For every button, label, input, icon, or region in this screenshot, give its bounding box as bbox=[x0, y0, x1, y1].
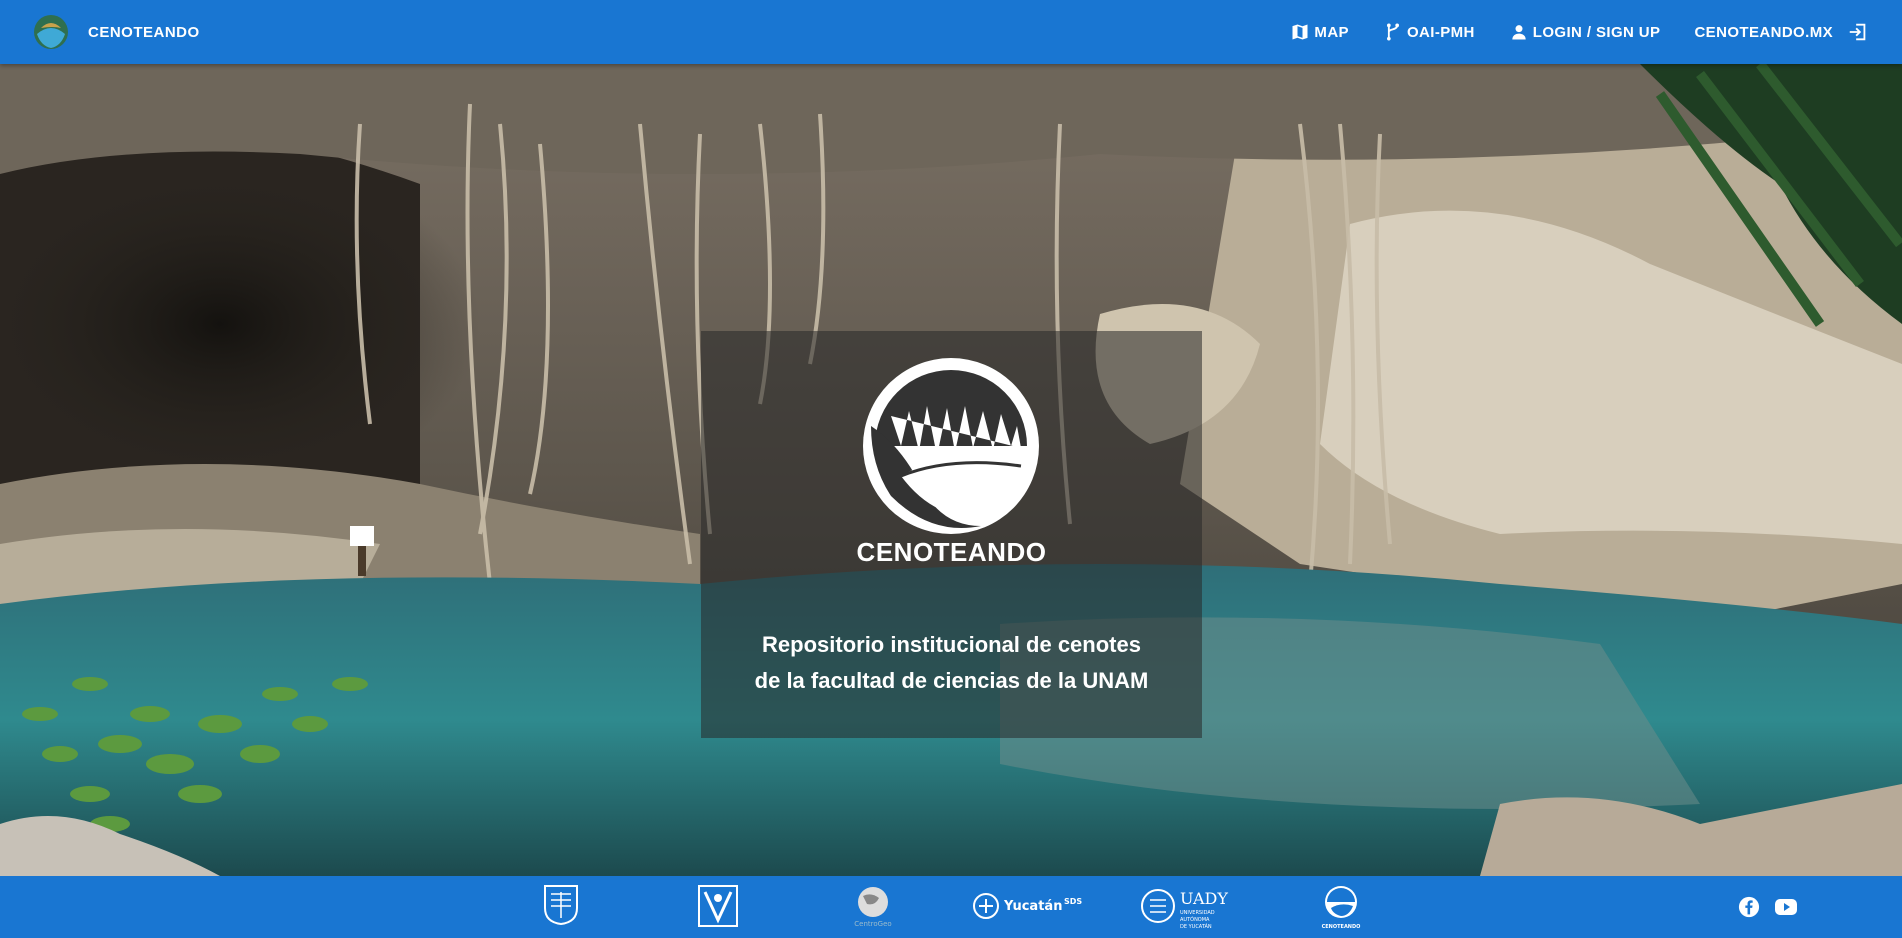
branch-icon bbox=[1386, 23, 1399, 41]
user-icon bbox=[1512, 25, 1526, 40]
oai-pmh-link[interactable]: OAI-PMH bbox=[1383, 22, 1475, 42]
map-link[interactable]: MAP bbox=[1290, 22, 1349, 42]
login-signup-link[interactable]: LOGIN / SIGN UP bbox=[1509, 22, 1661, 42]
svg-text:Yucatán: Yucatán bbox=[1003, 899, 1062, 914]
uady-logo[interactable]: UADY UNIVERSIDAD AUTÓNOMA DE YUCATÁN bbox=[1140, 882, 1230, 935]
cenoteando-site-link[interactable]: CENOTEANDO.MX bbox=[1694, 21, 1869, 43]
brand-home-link[interactable]: CENOTEANDO bbox=[33, 14, 200, 50]
brand-name: CENOTEANDO bbox=[88, 23, 200, 41]
svg-text:AUTÓNOMA: AUTÓNOMA bbox=[1180, 916, 1210, 923]
hero-title-panel: CENOTEANDO Repositorio institucional de … bbox=[701, 331, 1202, 738]
map-link-label: MAP bbox=[1314, 23, 1349, 41]
login-signup-link-label: LOGIN / SIGN UP bbox=[1532, 23, 1661, 41]
oai-pmh-link-label: OAI-PMH bbox=[1406, 23, 1475, 41]
svg-text:DE YUCATÁN: DE YUCATÁN bbox=[1180, 923, 1212, 930]
uady-emblem-icon: UADY UNIVERSIDAD AUTÓNOMA DE YUCATÁN bbox=[1141, 889, 1228, 930]
hero-tagline-line2: de la facultad de ciencias de la UNAM bbox=[754, 668, 1149, 693]
svg-text:UNIVERSIDAD: UNIVERSIDAD bbox=[1180, 910, 1215, 916]
map-icon bbox=[1292, 24, 1308, 40]
hero-tagline: Repositorio institucional de cenotes de … bbox=[701, 627, 1202, 699]
top-navbar: CENOTEANDO MAP OAI-PMH LOGIN / SIGN UP C… bbox=[0, 0, 1902, 64]
hero-tagline-line1: Repositorio institucional de cenotes bbox=[762, 632, 1141, 657]
cenoteando-emblem-icon bbox=[863, 358, 1039, 534]
hero-section: CENOTEANDO Repositorio institucional de … bbox=[0, 64, 1902, 876]
hero-logo-wordmark: CENOTEANDO bbox=[856, 537, 1047, 567]
centrogeo-logo[interactable]: CentroGeo bbox=[851, 884, 895, 933]
svg-text:CentroGeo: CentroGeo bbox=[854, 920, 891, 928]
facultad-ciencias-shield-icon bbox=[698, 885, 738, 927]
facebook-link[interactable] bbox=[1738, 896, 1760, 923]
yucatan-emblem-icon: Yucatán SDS bbox=[973, 893, 1082, 919]
yucatan-sds-logo[interactable]: Yucatán SDS bbox=[972, 892, 1086, 925]
cenoteando-footer-logo[interactable]: CENOTEANDO bbox=[1321, 884, 1361, 935]
svg-text:SDS: SDS bbox=[1064, 897, 1082, 906]
nav-links: MAP OAI-PMH LOGIN / SIGN UP CENOTEANDO.M… bbox=[1256, 21, 1869, 43]
unam-logo[interactable] bbox=[543, 884, 579, 931]
facultad-ciencias-logo[interactable] bbox=[697, 884, 739, 933]
globe-icon: CentroGeo bbox=[854, 887, 892, 928]
cenoteando-footer-emblem-icon: CENOTEANDO bbox=[1322, 886, 1361, 930]
cenoteando-site-link-label: CENOTEANDO.MX bbox=[1694, 23, 1833, 41]
svg-text:UADY: UADY bbox=[1180, 889, 1228, 908]
youtube-link[interactable] bbox=[1774, 896, 1798, 923]
cenoteando-logo-icon bbox=[34, 15, 68, 49]
footer-bar: CentroGeo Yucatán SDS UADY UNIVERSIDAD A… bbox=[0, 876, 1902, 938]
facebook-icon bbox=[1738, 896, 1760, 918]
youtube-icon bbox=[1775, 899, 1797, 915]
unam-shield-icon bbox=[544, 885, 578, 926]
external-login-icon bbox=[1849, 23, 1866, 41]
svg-text:CENOTEANDO: CENOTEANDO bbox=[1322, 924, 1361, 930]
